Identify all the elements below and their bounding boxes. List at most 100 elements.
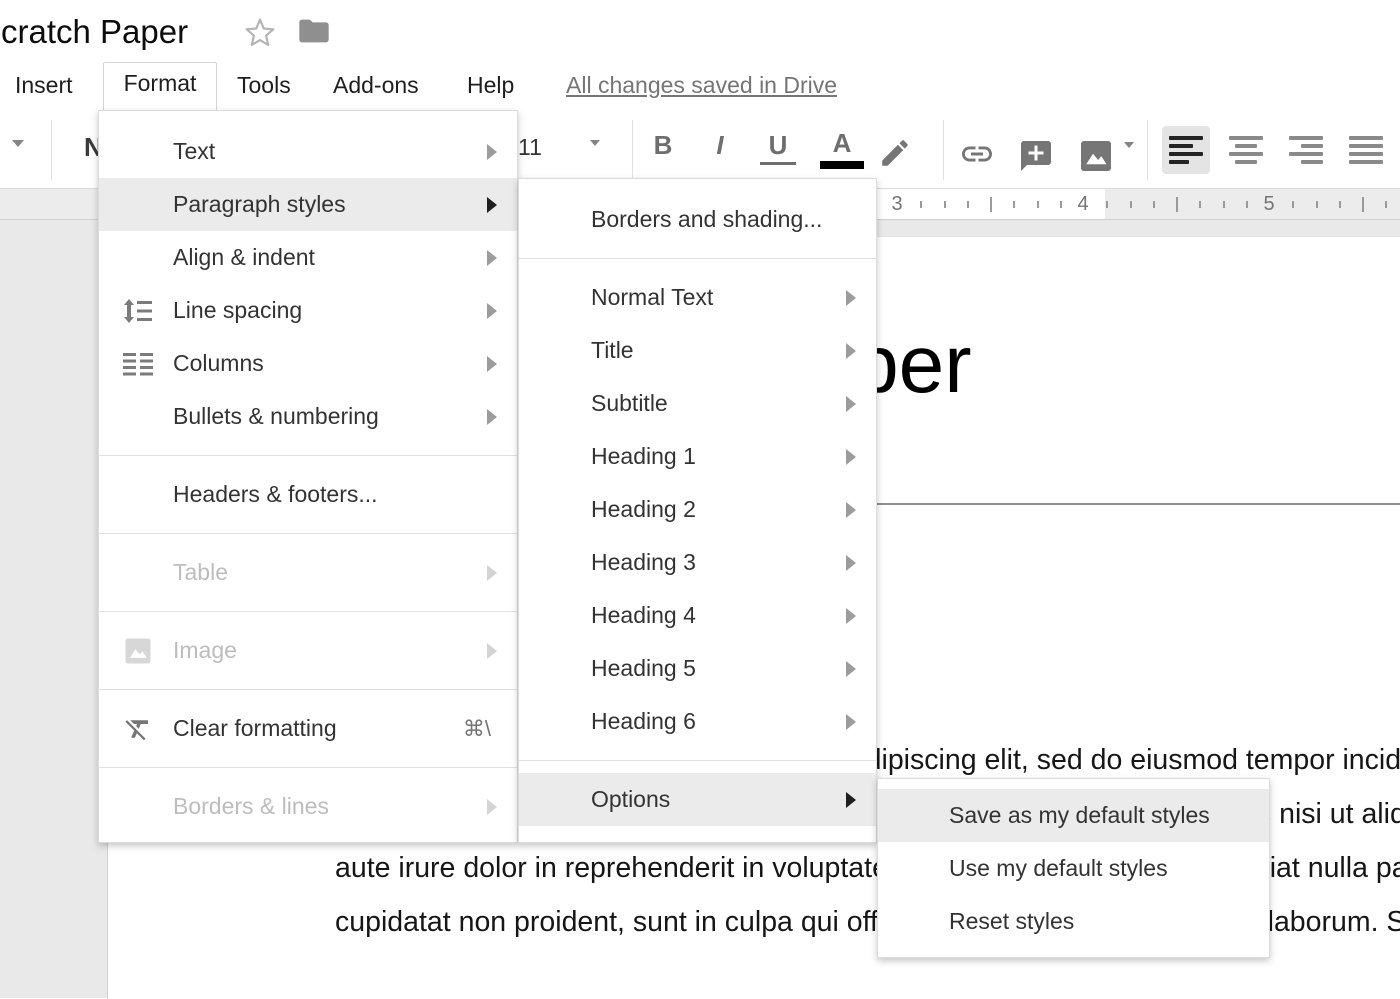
submenu-arrow-icon (487, 356, 497, 372)
para-menu-item-heading-1[interactable]: Heading 1 (519, 430, 876, 483)
columns-icon (121, 347, 155, 381)
text-color-swatch (820, 161, 864, 169)
image-icon (1078, 138, 1114, 174)
add-comment-button[interactable] (1018, 138, 1054, 174)
toolbar-separator (632, 120, 633, 180)
para-menu-item-title[interactable]: Title (519, 324, 876, 377)
font-size-dropdown[interactable] (590, 140, 600, 146)
menu-item-label: Heading 1 (591, 443, 696, 470)
font-size-value[interactable]: 11 (518, 134, 542, 161)
italic-button[interactable]: I (702, 130, 738, 161)
insert-image-button[interactable] (1078, 138, 1114, 174)
align-center-icon (1229, 136, 1263, 164)
insert-image-dropdown[interactable] (1124, 142, 1134, 148)
para-menu-item-heading-6[interactable]: Heading 6 (519, 695, 876, 748)
options-submenu-panel: Save as my default styles Use my default… (877, 778, 1270, 958)
submenu-arrow-icon (846, 792, 856, 808)
insert-link-button[interactable] (955, 136, 999, 172)
menu-format[interactable]: Format (103, 62, 217, 112)
menu-item-shortcut: ⌘\ (463, 716, 497, 742)
toolbar-separator (943, 120, 944, 180)
para-menu-item-heading-3[interactable]: Heading 3 (519, 536, 876, 589)
bold-button[interactable]: B (645, 130, 681, 161)
menu-tools[interactable]: Tools (237, 70, 291, 100)
align-right-button[interactable] (1282, 126, 1330, 174)
comment-plus-icon (1018, 138, 1054, 174)
underline-button[interactable]: U (760, 130, 796, 165)
format-menu-item-paragraph-styles[interactable]: Paragraph styles (99, 178, 517, 231)
paragraph-styles-submenu-panel: Borders and shading... Normal Text Title… (518, 178, 877, 843)
menu-item-label: Normal Text (591, 284, 713, 311)
submenu-arrow-icon (846, 343, 856, 359)
ruler-mark: 5 (1259, 189, 1279, 219)
menu-item-label: Heading 6 (591, 708, 696, 735)
para-menu-item-options[interactable]: Options (519, 773, 876, 826)
submenu-arrow-icon (846, 608, 856, 624)
menu-separator (99, 689, 517, 690)
para-menu-item-borders-shading[interactable]: Borders and shading... (519, 193, 876, 246)
caret-down-icon (590, 140, 600, 146)
star-icon[interactable] (244, 17, 276, 54)
menu-item-label: Heading 3 (591, 549, 696, 576)
options-menu-item-save-default[interactable]: Save as my default styles (878, 789, 1269, 842)
para-menu-item-heading-5[interactable]: Heading 5 (519, 642, 876, 695)
menu-item-label: Subtitle (591, 390, 668, 417)
menu-item-label: Text (173, 138, 215, 165)
options-menu-item-use-default[interactable]: Use my default styles (878, 842, 1269, 895)
link-icon (955, 136, 999, 172)
format-menu-item-text[interactable]: Text (99, 125, 517, 178)
align-justify-button[interactable] (1342, 126, 1390, 174)
image-icon (121, 634, 155, 668)
submenu-arrow-icon (487, 565, 497, 581)
align-left-icon (1169, 136, 1203, 164)
ruler-mark: 3 (887, 189, 907, 219)
toolbar-separator (51, 120, 52, 180)
menu-item-label: Clear formatting (173, 715, 337, 742)
highlight-color-button[interactable] (878, 136, 912, 170)
submenu-arrow-icon (487, 799, 497, 815)
para-menu-item-subtitle[interactable]: Subtitle (519, 377, 876, 430)
text-color-button[interactable]: A (820, 128, 864, 169)
para-menu-item-heading-2[interactable]: Heading 2 (519, 483, 876, 536)
submenu-arrow-icon (846, 396, 856, 412)
submenu-arrow-icon (846, 661, 856, 677)
menu-bar: Insert Format Tools Add-ons Help All cha… (0, 60, 1400, 110)
caret-down-icon (1124, 142, 1134, 148)
menu-separator (99, 611, 517, 612)
para-menu-item-normal-text[interactable]: Normal Text (519, 271, 876, 324)
submenu-arrow-icon (846, 290, 856, 306)
align-center-button[interactable] (1222, 126, 1270, 174)
toolbar-separator (1147, 120, 1148, 180)
text-color-label: A (833, 128, 852, 158)
clear-formatting-icon (121, 712, 155, 746)
para-menu-item-heading-4[interactable]: Heading 4 (519, 589, 876, 642)
menu-item-label: Headers & footers... (173, 481, 378, 508)
format-menu-item-columns[interactable]: Columns (99, 337, 517, 390)
format-menu-item-align-indent[interactable]: Align & indent (99, 231, 517, 284)
menu-item-label: Borders & lines (173, 793, 329, 820)
submenu-arrow-icon (487, 303, 497, 319)
align-left-button[interactable] (1162, 126, 1210, 174)
menu-item-label: Line spacing (173, 297, 302, 324)
menu-item-label: Options (591, 786, 670, 813)
format-menu-item-line-spacing[interactable]: Line spacing (99, 284, 517, 337)
options-menu-item-reset-styles[interactable]: Reset styles (878, 895, 1269, 948)
menu-insert[interactable]: Insert (15, 70, 73, 100)
format-menu-item-headers-footers[interactable]: Headers & footers... (99, 468, 517, 521)
format-menu-item-image: Image (99, 624, 517, 677)
folder-icon[interactable] (298, 18, 330, 49)
document-name[interactable]: Scratch Paper (0, 13, 188, 51)
menu-help[interactable]: Help (467, 70, 514, 100)
submenu-arrow-icon (846, 502, 856, 518)
toolbar-more-dropdown[interactable] (12, 140, 24, 147)
save-status-link[interactable]: All changes saved in Drive (566, 70, 837, 100)
line-spacing-icon (121, 294, 155, 328)
menu-item-label: Heading 2 (591, 496, 696, 523)
submenu-arrow-icon (487, 197, 497, 213)
menu-item-label: Use my default styles (949, 855, 1168, 882)
format-menu-item-bullets-numbering[interactable]: Bullets & numbering (99, 390, 517, 443)
menu-separator (99, 533, 517, 534)
menu-addons[interactable]: Add-ons (333, 70, 419, 100)
format-menu-item-clear-formatting[interactable]: Clear formatting ⌘\ (99, 702, 517, 755)
menu-item-label: Title (591, 337, 634, 364)
